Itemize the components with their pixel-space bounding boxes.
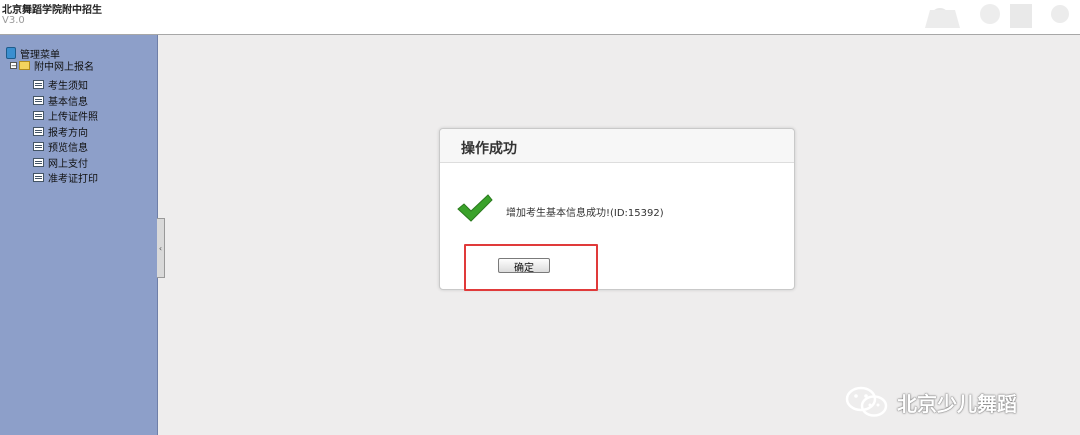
checkmark-icon [457,194,493,222]
sidebar-item-label: 准考证打印 [48,173,98,185]
sidebar-item-exam-notice[interactable]: 考生须知 [33,77,88,92]
collapse-toggle-icon[interactable]: − [10,61,17,69]
document-icon [33,141,44,151]
wechat-icon [845,386,888,417]
sidebar-group-label: 附中网上报名 [34,61,94,73]
sidebar-item-label: 上传证件照 [48,111,98,123]
dialog-title: 操作成功 [461,141,517,157]
sidebar-collapse-handle[interactable]: ‹ [157,218,165,278]
watermark-badge: 北京少儿舞蹈 [845,385,1017,419]
sidebar-item-label: 网上支付 [48,158,88,170]
chevron-left-icon: ‹ [158,243,163,253]
dialog-message: 增加考生基本信息成功!(ID:15392) [506,208,664,219]
document-icon [33,172,44,182]
document-icon [33,157,44,167]
sidebar-item-label: 基本信息 [48,96,88,108]
sidebar-item-admission-ticket[interactable]: 准考证打印 [33,170,98,185]
document-icon [33,95,44,105]
app-header: 北京舞蹈学院附中招生 V3.0 [0,0,1080,35]
document-icon [33,126,44,136]
watermark-text: 北京少儿舞蹈 [897,391,1017,416]
document-icon [33,79,44,89]
document-icon [33,110,44,120]
sidebar-item-exam-direction[interactable]: 报考方向 [33,124,88,139]
folder-icon [19,60,30,70]
highlight-annotation [464,244,598,291]
sidebar-item-label: 报考方向 [48,127,88,139]
sidebar-item-label: 预览信息 [48,142,88,154]
sidebar-group[interactable]: − 附中网上报名 [10,58,94,73]
sidebar-item-upload-photo[interactable]: 上传证件照 [33,108,98,123]
sidebar-item-label: 考生须知 [48,80,88,92]
app-version: V3.0 [2,15,25,26]
sidebar-item-basic-info[interactable]: 基本信息 [33,93,88,108]
header-decoration-icon [925,4,1069,28]
sidebar: 管理菜单 − 附中网上报名 考生须知 基本信息 上传证件照 报考方向 预览信息 … [0,35,158,435]
sidebar-item-preview-info[interactable]: 预览信息 [33,139,88,154]
app-title: 北京舞蹈学院附中招生 [2,5,102,16]
sidebar-item-online-payment[interactable]: 网上支付 [33,155,88,170]
